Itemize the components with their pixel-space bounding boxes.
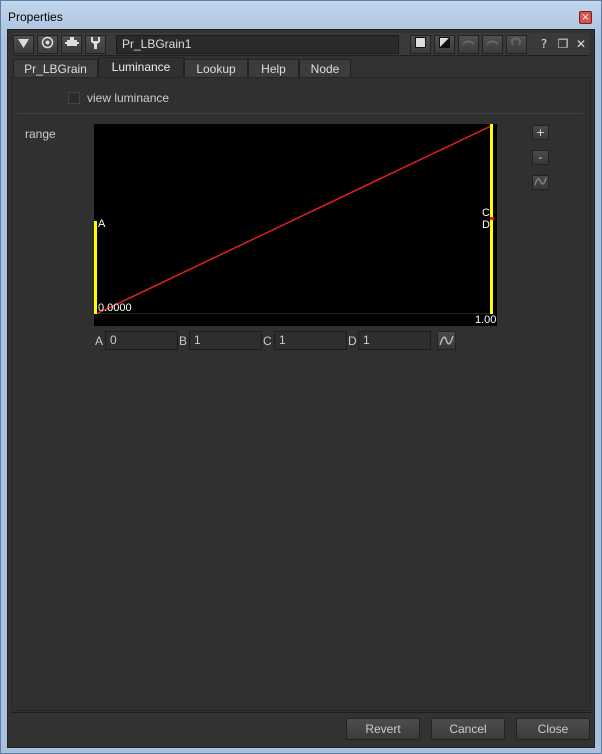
- range-label: range: [25, 127, 56, 141]
- field-b-label: B: [179, 334, 188, 348]
- point-cd-marker: [490, 217, 494, 220]
- window-close-button[interactable]: ×: [579, 11, 592, 24]
- tab-luminance[interactable]: Luminance: [98, 57, 184, 78]
- close-icon[interactable]: ✕: [572, 35, 590, 54]
- point-a-label: A: [98, 218, 106, 230]
- field-a-input[interactable]: 0: [105, 331, 178, 350]
- bottom-strip: [94, 314, 497, 326]
- tab-help[interactable]: Help: [248, 59, 299, 78]
- collapse-arrow-icon[interactable]: [13, 35, 34, 54]
- undo-icon[interactable]: [458, 35, 479, 54]
- properties-window: Properties × Pr_LBGrain1 ? ❐ ✕ Pr_LBGrai…: [0, 0, 602, 754]
- field-d-input[interactable]: 1: [358, 331, 431, 350]
- view-luminance-label: view luminance: [87, 91, 170, 105]
- tab-node[interactable]: Node: [299, 59, 351, 78]
- revert-icon[interactable]: [506, 35, 527, 54]
- curve-smooth-icon[interactable]: [532, 175, 549, 190]
- field-d-label: D: [348, 334, 357, 348]
- window-title: Properties: [8, 10, 63, 24]
- tab-lookup[interactable]: Lookup: [184, 59, 248, 78]
- range-curve-line: [95, 125, 492, 315]
- revert-button[interactable]: Revert: [346, 718, 420, 740]
- node-toolbar: Pr_LBGrain1 ? ❐ ✕: [13, 33, 589, 56]
- wrench-icon[interactable]: [85, 35, 106, 54]
- color-swatch-2-icon[interactable]: [434, 35, 455, 54]
- viewer-icon[interactable]: [37, 35, 58, 54]
- close-button[interactable]: Close: [516, 718, 590, 740]
- view-luminance-checkbox[interactable]: [68, 92, 80, 104]
- bottom-divider: [11, 712, 591, 713]
- remove-point-button[interactable]: -: [532, 150, 549, 165]
- help-icon[interactable]: ?: [535, 35, 553, 54]
- field-c-label: C: [263, 334, 272, 348]
- curve-max-label: 1.00: [475, 314, 497, 326]
- field-c-input[interactable]: 1: [274, 331, 347, 350]
- redo-icon[interactable]: [482, 35, 503, 54]
- field-b-input[interactable]: 1: [189, 331, 262, 350]
- point-d-label: D: [482, 219, 490, 231]
- add-point-button[interactable]: +: [532, 125, 549, 140]
- curve-type-icon[interactable]: [437, 331, 456, 350]
- cancel-button[interactable]: Cancel: [431, 718, 505, 740]
- field-a-label: A: [95, 334, 104, 348]
- float-icon[interactable]: ❐: [554, 35, 572, 54]
- luminance-tab-panel: view luminance range A C D 0.0000 1.00 +: [11, 77, 591, 711]
- curve-min-label: 0.0000: [98, 302, 132, 314]
- color-swatch-icon[interactable]: [410, 35, 431, 54]
- divider: [17, 113, 583, 114]
- properties-panel: Pr_LBGrain1 ? ❐ ✕ Pr_LBGrain Luminance L…: [7, 29, 595, 748]
- tab-pr-lbgrain[interactable]: Pr_LBGrain: [13, 59, 98, 78]
- node-icon[interactable]: [61, 35, 82, 54]
- range-curve-editor[interactable]: A C D 0.0000 1.00: [94, 124, 497, 326]
- title-bar: Properties ×: [1, 1, 601, 29]
- point-c-label: C: [482, 207, 490, 219]
- node-name-field[interactable]: Pr_LBGrain1: [116, 35, 399, 54]
- handle-a: [94, 221, 97, 314]
